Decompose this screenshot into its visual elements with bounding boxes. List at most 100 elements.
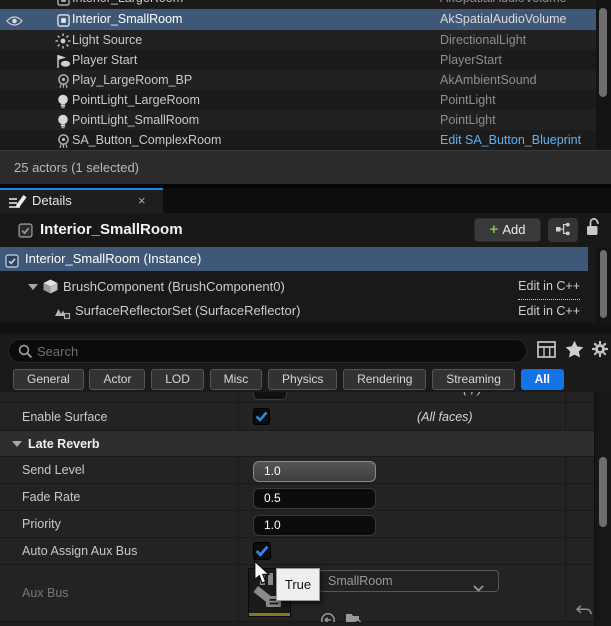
- aux-bus-value: SmallRoom: [328, 571, 393, 591]
- property-row-enable-surface: Enable Surface (All faces): [0, 403, 594, 431]
- search-input[interactable]: Search: [8, 339, 527, 363]
- tab-details[interactable]: Details ×: [0, 188, 163, 213]
- actor-name: PointLight_SmallRoom: [72, 110, 199, 130]
- search-placeholder: Search: [37, 344, 78, 359]
- actor-name: Interior_SmallRoom: [72, 9, 182, 30]
- chevron-down-icon: [473, 578, 484, 598]
- tab-label: Details: [32, 193, 72, 208]
- reset-to-default-icon[interactable]: [576, 586, 593, 626]
- point-light-icon: [55, 113, 71, 129]
- filter-rendering[interactable]: Rendering: [343, 369, 426, 390]
- scrollbar-thumb[interactable]: [599, 8, 607, 97]
- outliner-row[interactable]: Interior_LargeRoom AkSpatialAudioVolume: [0, 0, 596, 8]
- send-level-input[interactable]: 1.0: [253, 461, 376, 482]
- favorites-star-icon[interactable]: [565, 340, 584, 361]
- outliner-scrollbar[interactable]: [596, 0, 611, 150]
- search-row: Search: [0, 334, 611, 366]
- display-filter-grid-icon[interactable]: [537, 341, 556, 361]
- properties-scrollbar[interactable]: [594, 392, 611, 626]
- filter-actor[interactable]: Actor: [89, 369, 145, 390]
- outliner-row-selected[interactable]: Interior_SmallRoom AkSpatialAudioVolume: [0, 9, 596, 30]
- clipped-text: ( , ): [463, 392, 482, 396]
- filter-streaming[interactable]: Streaming: [432, 369, 515, 390]
- ambient-sound-icon: [55, 133, 71, 149]
- filter-all[interactable]: All: [521, 369, 564, 390]
- spatial-audio-volume-icon: [55, 0, 71, 7]
- property-row-priority: Priority 1.0: [0, 511, 594, 538]
- component-label: SurfaceReflectorSet (SurfaceReflector): [75, 299, 300, 323]
- node-graph-icon: [555, 222, 571, 239]
- scrollbar-thumb[interactable]: [599, 457, 607, 527]
- edit-in-cpp-link[interactable]: Edit in C++: [518, 299, 580, 324]
- actor-name: PointLight_LargeRoom: [72, 90, 200, 110]
- asset-type-accent-bar: [249, 613, 290, 616]
- settings-gear-icon[interactable]: [591, 340, 609, 361]
- property-row-auto-assign-aux-bus: Auto Assign Aux Bus: [0, 538, 594, 565]
- scrollbar-thumb[interactable]: [600, 250, 607, 318]
- selected-actor-title: Interior_SmallRoom: [40, 221, 183, 238]
- property-row-clipped: ( , ): [0, 392, 594, 403]
- component-row-surface-reflector[interactable]: SurfaceReflectorSet (SurfaceReflector) E…: [0, 299, 596, 323]
- tooltip: True: [276, 568, 320, 601]
- close-icon[interactable]: ×: [138, 193, 146, 208]
- player-start-icon: [55, 53, 71, 69]
- category-expander-icon[interactable]: [12, 441, 22, 447]
- panel-divider: [0, 323, 611, 334]
- component-row-brush[interactable]: BrushComponent (BrushComponent0) Edit in…: [0, 274, 596, 299]
- filter-general[interactable]: General: [13, 369, 84, 390]
- aux-bus-dropdown[interactable]: SmallRoom: [318, 570, 499, 592]
- actor-type: AkAmbientSound: [440, 70, 537, 90]
- enable-surface-checkbox[interactable]: [253, 408, 270, 425]
- property-row-fade-rate: Fade Rate 0.5: [0, 484, 594, 511]
- directional-light-icon: [55, 33, 71, 49]
- property-label: Send Level: [22, 457, 85, 484]
- actor-name: Interior_LargeRoom: [72, 0, 183, 8]
- outliner-row[interactable]: SA_Button_ComplexRoom Edit SA_Button_Blu…: [0, 130, 596, 150]
- property-label: Auto Assign Aux Bus: [22, 538, 137, 565]
- edit-in-cpp-link[interactable]: Edit in C++: [518, 274, 580, 300]
- property-row-aux-bus: Aux Bus SmallRoom True: [0, 565, 594, 622]
- unreal-editor-window: Interior_LargeRoom AkSpatialAudioVolume …: [0, 0, 611, 626]
- edit-blueprint-link[interactable]: Edit SA_Button_Blueprint: [440, 130, 581, 150]
- next-row-partial: [0, 622, 594, 626]
- all-faces-note: (All faces): [417, 403, 473, 431]
- component-label: Interior_SmallRoom (Instance): [25, 247, 201, 271]
- property-label: Priority: [22, 511, 61, 538]
- actor-type: DirectionalLight: [440, 30, 526, 50]
- category-filter-row: General Actor LOD Misc Physics Rendering…: [0, 366, 611, 392]
- component-row-instance-selected[interactable]: Interior_SmallRoom (Instance): [0, 247, 588, 271]
- components-scrollbar[interactable]: [596, 247, 611, 323]
- fade-rate-input[interactable]: 0.5: [253, 488, 376, 509]
- actor-checkbox-icon: [18, 223, 33, 241]
- point-light-icon: [55, 93, 71, 109]
- search-icon: [18, 344, 33, 362]
- category-header-late-reverb[interactable]: Late Reverb: [0, 431, 594, 457]
- filter-lod[interactable]: LOD: [151, 369, 204, 390]
- priority-input[interactable]: 1.0: [253, 515, 376, 536]
- plus-icon: +: [490, 221, 499, 238]
- actor-type: PlayerStart: [440, 50, 502, 70]
- spatial-audio-volume-icon: [55, 12, 71, 28]
- world-outliner: Interior_LargeRoom AkSpatialAudioVolume …: [0, 0, 611, 150]
- add-component-button[interactable]: +Add: [474, 218, 541, 242]
- tooltip-text: True: [285, 577, 311, 592]
- outliner-row[interactable]: PointLight_LargeRoom PointLight: [0, 90, 596, 110]
- expander-arrow-icon[interactable]: [28, 284, 38, 290]
- blueprint-graph-button[interactable]: [548, 218, 578, 242]
- outliner-row[interactable]: Light Source DirectionalLight: [0, 30, 596, 50]
- property-row-send-level: Send Level 1.0: [0, 457, 594, 484]
- properties-panel: ( , ) Enable Surface (All faces) Late Re…: [0, 392, 611, 626]
- add-button-label: Add: [502, 222, 525, 237]
- property-label: Aux Bus: [22, 565, 69, 622]
- actor-type: PointLight: [440, 110, 496, 130]
- lock-open-icon[interactable]: [584, 217, 601, 241]
- filter-misc[interactable]: Misc: [210, 369, 263, 390]
- details-header: Interior_SmallRoom +Add: [0, 213, 611, 247]
- outliner-row[interactable]: PointLight_SmallRoom PointLight: [0, 110, 596, 130]
- component-label: BrushComponent (BrushComponent0): [63, 274, 285, 299]
- filter-physics[interactable]: Physics: [268, 369, 337, 390]
- clipped-input: [253, 392, 287, 400]
- outliner-row[interactable]: Play_LargeRoom_BP AkAmbientSound: [0, 70, 596, 90]
- outliner-row[interactable]: Player Start PlayerStart: [0, 50, 596, 70]
- actor-name: SA_Button_ComplexRoom: [72, 130, 221, 150]
